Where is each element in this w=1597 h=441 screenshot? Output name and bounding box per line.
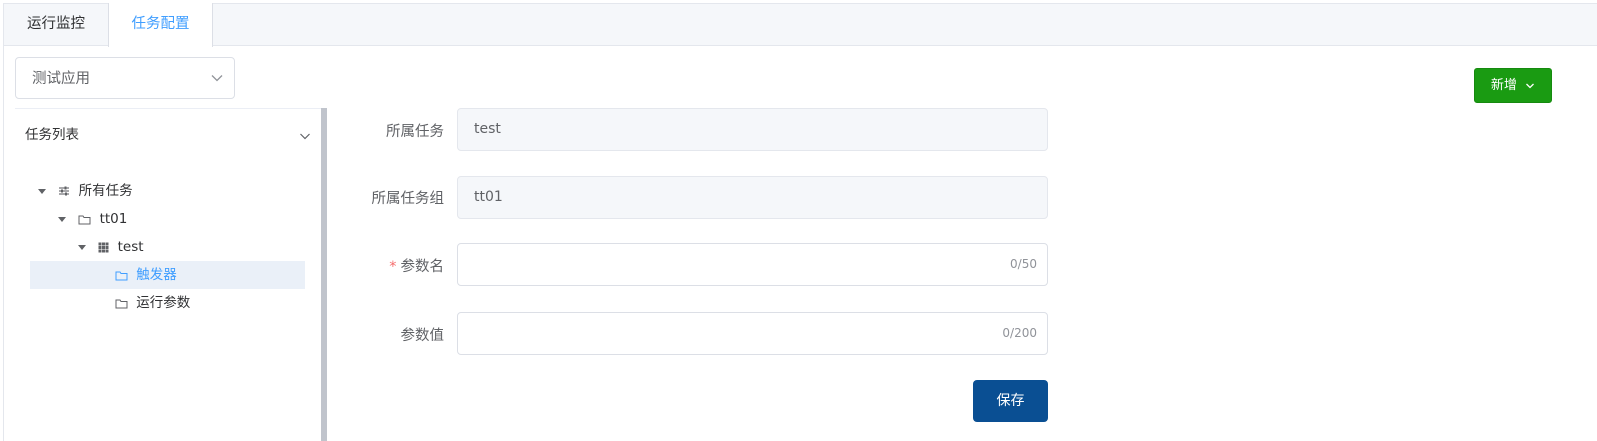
chevron-down-icon[interactable] <box>299 130 311 142</box>
tab-run-monitor[interactable]: 运行监控 <box>3 3 108 46</box>
sliders-icon <box>59 186 70 196</box>
folder-icon <box>78 215 91 224</box>
tree-node-label: 触发器 <box>136 267 177 283</box>
task-group-field-value: tt01 <box>474 189 503 205</box>
task-label: 所属任务 <box>386 124 444 140</box>
tree-node-label: test <box>117 239 144 255</box>
app-select[interactable]: 测试应用 <box>15 57 235 99</box>
tab-task-config[interactable]: 任务配置 <box>108 3 213 47</box>
chevron-down-icon <box>211 75 223 82</box>
tree-node-run-params[interactable]: 运行参数 <box>115 289 190 317</box>
tree-node-all-tasks[interactable]: 所有任务 <box>38 177 133 205</box>
task-tree-panel: 任务列表 所有任务 tt01 test 触发器 运行参数 <box>15 108 321 441</box>
caret-down-icon[interactable] <box>58 216 66 222</box>
save-button[interactable]: 保存 <box>973 380 1048 422</box>
param-value-counter: 0/200 <box>1002 326 1037 340</box>
task-field: test <box>457 108 1048 151</box>
caret-down-icon[interactable] <box>78 244 86 250</box>
tree-node-label: 运行参数 <box>136 295 191 311</box>
panel-left-border <box>3 46 4 441</box>
param-name-label-text: 参数名 <box>400 259 445 275</box>
tree-node-label: tt01 <box>99 211 128 227</box>
task-group-label: 所属任务组 <box>371 191 445 207</box>
param-name-label: * 参数名 <box>324 255 444 276</box>
tab-bar: 运行监控 任务配置 <box>3 3 1597 47</box>
param-value-label: 参数值 <box>400 328 445 344</box>
grid-icon <box>98 242 109 252</box>
tree-node-tt01[interactable]: tt01 <box>58 205 127 233</box>
tree-title: 任务列表 <box>25 127 79 143</box>
caret-down-icon[interactable] <box>38 188 46 194</box>
new-button-label: 新增 <box>1490 78 1517 93</box>
new-button[interactable]: 新增 <box>1474 68 1552 103</box>
param-name-counter: 0/50 <box>1010 257 1037 271</box>
app-select-value: 测试应用 <box>32 71 90 87</box>
task-group-field: tt01 <box>457 176 1048 219</box>
folder-icon <box>115 271 128 280</box>
tree-node-label: 所有任务 <box>78 183 133 199</box>
task-field-value: test <box>474 121 501 137</box>
folder-icon <box>115 299 128 308</box>
tree-node-test[interactable]: test <box>78 233 144 261</box>
tree-node-trigger[interactable]: 触发器 <box>30 261 305 289</box>
param-value-input[interactable]: 0/200 <box>457 312 1048 355</box>
chevron-down-icon <box>1526 83 1535 88</box>
required-mark: * <box>389 259 397 275</box>
param-name-input[interactable]: 0/50 <box>457 243 1048 286</box>
